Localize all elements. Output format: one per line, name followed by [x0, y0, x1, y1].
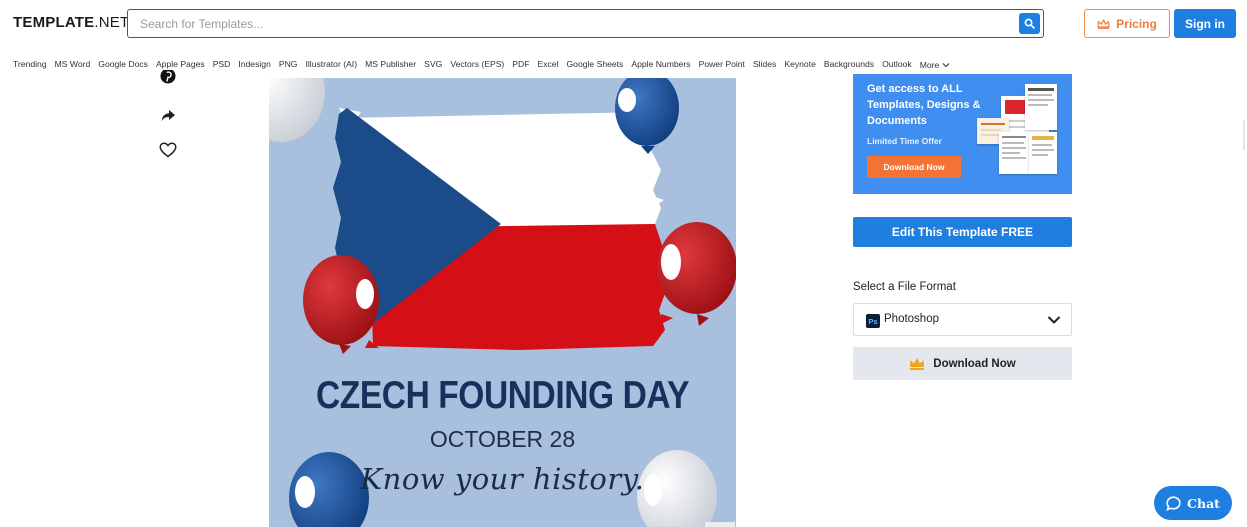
- category-link[interactable]: PSD: [213, 58, 231, 72]
- site-logo[interactable]: TEMPLATE.NET: [13, 14, 129, 31]
- download-button[interactable]: Download Now: [853, 347, 1072, 380]
- category-link[interactable]: Google Docs: [98, 58, 148, 72]
- poster-tagline: Know your history.: [360, 462, 645, 496]
- category-link[interactable]: Backgrounds: [824, 58, 874, 72]
- search-icon: [1024, 18, 1035, 29]
- poster-title: CZECH FOUNDING DAY: [315, 374, 690, 417]
- category-link[interactable]: Keynote: [784, 58, 816, 72]
- pinterest-icon: [160, 70, 176, 84]
- signin-button[interactable]: Sign in: [1174, 9, 1236, 38]
- pricing-label: Pricing: [1116, 16, 1157, 31]
- category-link[interactable]: Vectors (EPS): [450, 58, 504, 72]
- pinterest-share-button[interactable]: [158, 70, 178, 84]
- template-preview: CZECH FOUNDING DAY OCTOBER 28 Know your …: [269, 78, 736, 527]
- scrollbar[interactable]: [1243, 120, 1245, 150]
- more-menu[interactable]: More: [920, 58, 951, 72]
- search-input[interactable]: [140, 15, 1000, 33]
- promo-subtext: Limited Time Offer: [867, 136, 942, 146]
- file-format-label: Select a File Format: [853, 281, 956, 293]
- download-label: Download Now: [933, 357, 1016, 370]
- search-bar: [127, 9, 1044, 38]
- category-link[interactable]: Outlook: [882, 58, 912, 72]
- search-button[interactable]: [1019, 13, 1040, 34]
- category-link[interactable]: Illustrator (AI): [305, 58, 357, 72]
- chat-button[interactable]: Chat: [1154, 486, 1232, 520]
- category-link[interactable]: Excel: [537, 58, 558, 72]
- category-link[interactable]: Trending: [13, 58, 47, 72]
- category-link[interactable]: Apple Numbers: [631, 58, 690, 72]
- share-arrow-icon: [161, 110, 175, 122]
- category-link[interactable]: Slides: [753, 58, 776, 72]
- promo-banner[interactable]: Get access to ALL Templates, Designs & D…: [853, 74, 1072, 194]
- file-format-value: Photoshop: [884, 313, 939, 325]
- page: TEMPLATE.NET Pricing Sign in Trending MS …: [0, 0, 1247, 527]
- chat-bubble-icon: [1166, 495, 1181, 511]
- top-header: TEMPLATE.NET Pricing Sign in: [0, 0, 1247, 48]
- promo-headline: Get access to ALL Templates, Designs & D…: [867, 83, 981, 127]
- category-nav: Trending MS Word Google Docs Apple Pages PSD…: [13, 58, 950, 72]
- pricing-button[interactable]: Pricing: [1084, 9, 1170, 38]
- poster-date: OCTOBER 28: [429, 426, 576, 452]
- edit-template-button[interactable]: Edit This Template FREE: [853, 217, 1072, 247]
- category-link[interactable]: MS Publisher: [365, 58, 416, 72]
- category-link[interactable]: PDF: [512, 58, 529, 72]
- category-link[interactable]: Indesign: [238, 58, 271, 72]
- document-thumbnail: [1025, 84, 1057, 130]
- file-format-select[interactable]: Ps Photoshop: [853, 303, 1072, 336]
- poster-artwork: [269, 78, 736, 527]
- favorite-button[interactable]: [158, 140, 178, 160]
- chat-label: Chat: [1187, 495, 1220, 511]
- category-link[interactable]: Google Sheets: [567, 58, 624, 72]
- category-link[interactable]: MS Word: [55, 58, 91, 72]
- category-link[interactable]: SVG: [424, 58, 442, 72]
- document-thumbnail: [1029, 132, 1057, 174]
- photoshop-icon: Ps: [866, 314, 880, 328]
- promo-download-button[interactable]: Download Now: [867, 156, 961, 178]
- category-link[interactable]: PNG: [279, 58, 298, 72]
- heart-icon: [159, 142, 177, 158]
- chevron-down-icon: [1047, 316, 1061, 324]
- crown-icon: [910, 358, 925, 370]
- category-link[interactable]: Power Point: [699, 58, 745, 72]
- more-label: More: [919, 60, 940, 70]
- chevron-down-icon: [942, 63, 950, 68]
- crown-icon: [1097, 18, 1110, 29]
- document-thumbnail: [999, 132, 1029, 174]
- share-button[interactable]: [158, 106, 178, 126]
